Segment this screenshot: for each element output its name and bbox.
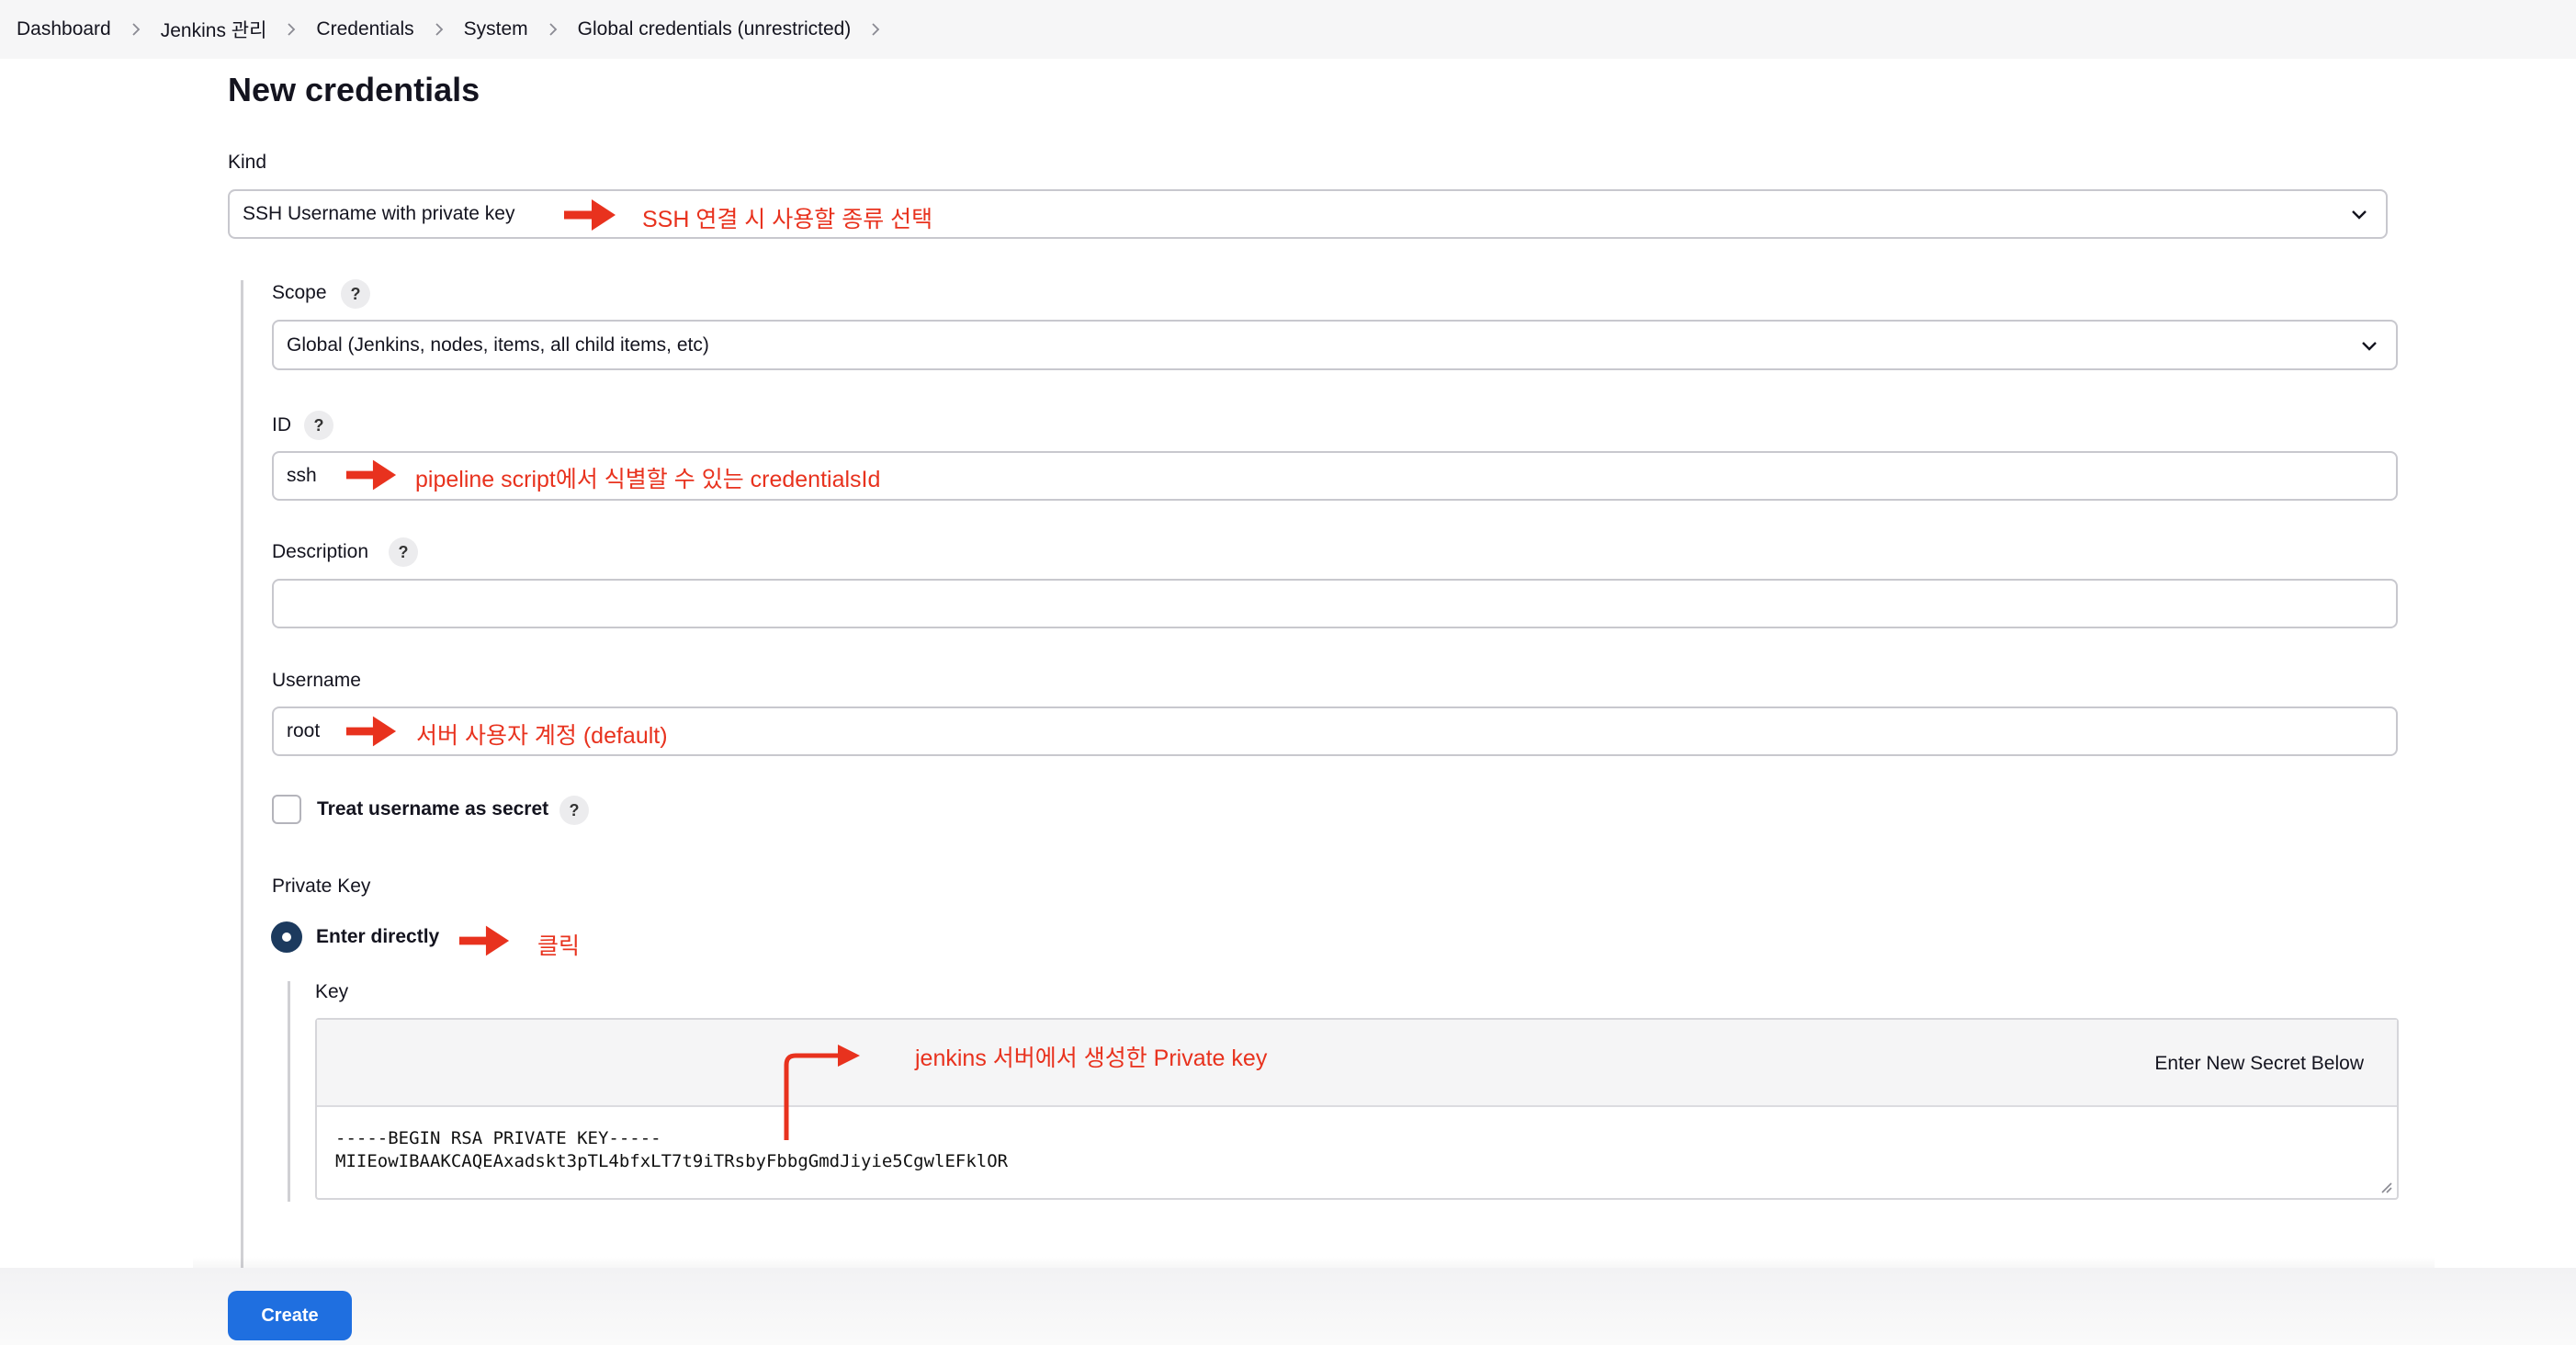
chevron-down-icon (2352, 210, 2367, 220)
id-help-icon[interactable]: ? (304, 411, 333, 440)
description-input[interactable] (272, 579, 2398, 628)
annotation-key: jenkins 서버에서 생성한 Private key (915, 1045, 1268, 1071)
section-divider (241, 280, 243, 1272)
treat-secret-label[interactable]: Treat username as secret (317, 798, 548, 820)
annotation-arrow-icon (345, 459, 397, 491)
key-section-divider (288, 981, 290, 1202)
breadcrumb-global-credentials[interactable]: Global credentials (unrestricted) (578, 18, 852, 40)
breadcrumb: Dashboard Jenkins 관리 Credentials System … (0, 0, 2576, 59)
annotation-bent-arrow-icon (784, 1045, 860, 1140)
scope-help-icon[interactable]: ? (341, 279, 370, 309)
footer-bar (0, 1268, 2576, 1345)
chevron-right-icon[interactable] (111, 22, 161, 37)
kind-value: SSH Username with private key (243, 203, 515, 224)
page-title: New credentials (228, 71, 480, 108)
annotation-arrow-icon (564, 199, 616, 231)
description-label: Description (272, 541, 369, 562)
breadcrumb-credentials[interactable]: Credentials (316, 18, 413, 40)
annotation-enter-directly: 클릭 (537, 933, 581, 959)
private-key-value[interactable]: -----BEGIN RSA PRIVATE KEY----- MIIEowIB… (335, 1127, 2356, 1175)
breadcrumb-system[interactable]: System (464, 18, 528, 40)
kind-select[interactable]: SSH Username with private key (228, 189, 2388, 239)
treat-secret-help-icon[interactable]: ? (559, 796, 589, 825)
annotation-arrow-icon (345, 716, 397, 747)
key-header: Enter New Secret Below (317, 1020, 2397, 1107)
id-value: ssh (287, 465, 317, 486)
annotation-arrow-icon (458, 925, 510, 956)
chevron-right-icon[interactable] (528, 22, 578, 37)
chevron-right-icon[interactable] (414, 22, 464, 37)
treat-secret-checkbox[interactable] (272, 795, 301, 824)
kind-label: Kind (228, 152, 267, 173)
create-button[interactable]: Create (228, 1291, 352, 1340)
annotation-kind: SSH 연결 시 사용할 종류 선택 (642, 207, 933, 232)
private-key-textarea[interactable]: Enter New Secret Below -----BEGIN RSA PR… (315, 1018, 2399, 1200)
chevron-right-icon[interactable] (851, 22, 900, 37)
scope-label: Scope (272, 282, 327, 303)
breadcrumb-jenkins-manage[interactable]: Jenkins 관리 (161, 16, 267, 43)
chevron-right-icon[interactable] (266, 22, 316, 37)
secret-hint: Enter New Secret Below (2154, 1053, 2364, 1074)
enter-directly-radio[interactable] (271, 921, 302, 953)
scope-value: Global (Jenkins, nodes, items, all child… (287, 333, 709, 356)
resize-grip-icon[interactable] (2377, 1178, 2393, 1194)
chevron-down-icon (2362, 341, 2377, 351)
enter-directly-label[interactable]: Enter directly (316, 926, 439, 948)
id-label: ID (272, 414, 291, 435)
key-label: Key (315, 981, 349, 1002)
breadcrumb-dashboard[interactable]: Dashboard (17, 18, 111, 40)
scope-select[interactable]: Global (Jenkins, nodes, items, all child… (272, 320, 2398, 370)
annotation-username: 서버 사용자 계정 (default) (416, 723, 668, 749)
username-label: Username (272, 670, 361, 691)
annotation-id: pipeline script에서 식별할 수 있는 credentialsId (415, 467, 881, 492)
description-help-icon[interactable]: ? (389, 537, 418, 567)
private-key-label: Private Key (272, 876, 371, 897)
username-value: root (287, 720, 321, 741)
radio-dot (282, 932, 291, 942)
